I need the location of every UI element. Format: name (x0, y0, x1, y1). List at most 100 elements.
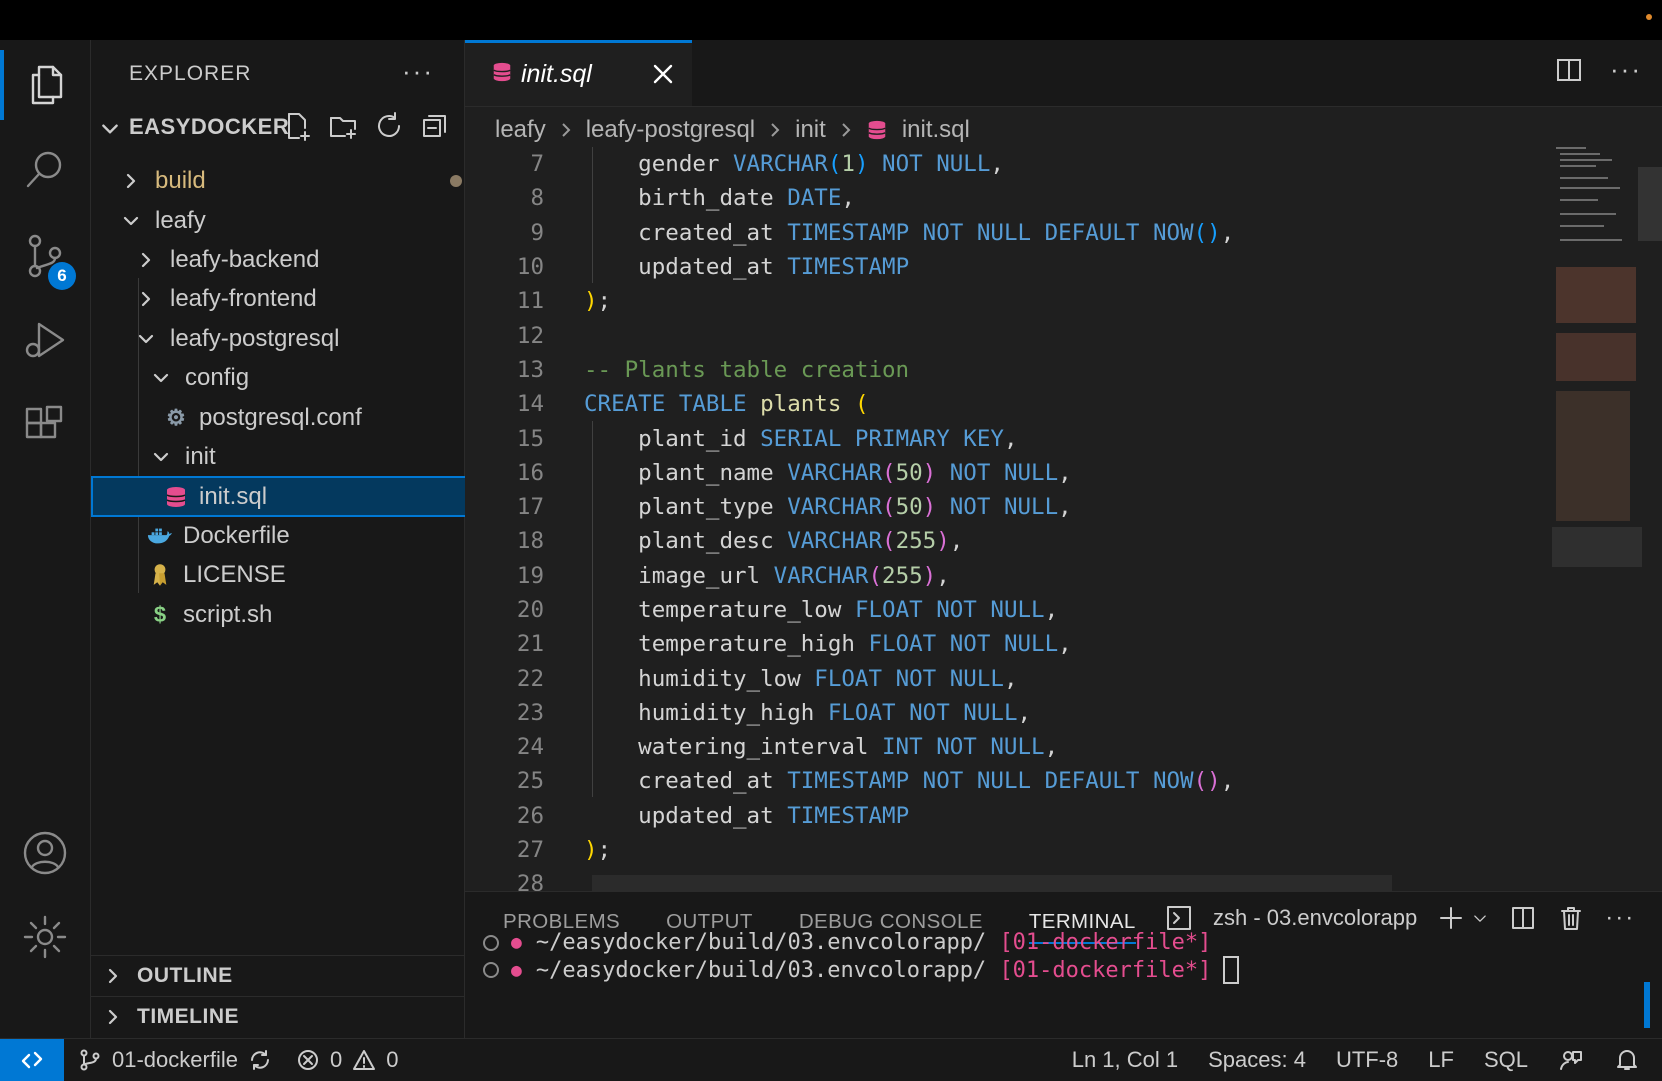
prompt-circle-icon (483, 934, 499, 951)
line-number: 7 (530, 151, 544, 178)
tree-item-leafy-frontend[interactable]: leafy-frontend (91, 278, 509, 319)
add-terminal-icon[interactable] (1437, 904, 1465, 932)
chevron-down-icon (102, 124, 118, 134)
chevron-right-icon (108, 1009, 118, 1025)
cursor-position[interactable]: Ln 1, Col 1 (1072, 1047, 1178, 1073)
tree-item-license[interactable]: LICENSE (91, 554, 520, 595)
minimap[interactable] (1552, 147, 1642, 567)
tree-item-label: LICENSE (183, 560, 286, 588)
breadcrumb-item[interactable]: init.sql (902, 116, 970, 144)
line-number: 14 (516, 391, 544, 418)
modified-indicator (450, 175, 462, 187)
tree-item-label: leafy-frontend (170, 284, 317, 312)
line-number: 11 (516, 288, 544, 315)
tab-init-sql[interactable]: init.sql (465, 40, 692, 106)
outline-section[interactable]: OUTLINE (91, 955, 464, 996)
line-number: 21 (516, 631, 544, 658)
accounts-activity-button[interactable] (0, 818, 90, 888)
tree-item-config[interactable]: config (91, 357, 524, 398)
tree-item-label: build (155, 166, 206, 194)
tree-item-leafy-postgresql[interactable]: leafy-postgresql (91, 318, 509, 359)
chevron-down-icon (123, 216, 139, 225)
new-file-icon[interactable] (281, 110, 313, 142)
code-line: 17 plant_type VARCHAR(50) NOT NULL, (465, 490, 1465, 524)
collapse-all-icon[interactable] (419, 110, 451, 142)
run-debug-activity-button[interactable] (0, 305, 90, 375)
status-bar: 01-dockerfile 0 0 Ln 1, Col 1 Spaces: 4 … (0, 1038, 1662, 1081)
line-number: 13 (516, 356, 544, 383)
extensions-activity-button[interactable] (0, 390, 90, 460)
terminal-line: ● ~/easydocker/build/03.envcolorapp/ [01… (483, 930, 1211, 955)
gear-file-icon: ⚙ (166, 404, 186, 430)
line-ending[interactable]: LF (1428, 1047, 1454, 1073)
code-line: 12 (465, 318, 1465, 352)
project-name: EASYDOCKER (129, 114, 290, 139)
line-number: 20 (516, 597, 544, 623)
git-branch[interactable]: 01-dockerfile (112, 1047, 238, 1073)
breadcrumb-item[interactable]: leafy (495, 116, 546, 144)
line-number: 24 (516, 734, 544, 761)
source-control-badge: 6 (48, 262, 76, 290)
tree-item-dockerfile[interactable]: Dockerfile (91, 515, 520, 556)
code-line: 20 temperature_low FLOAT NOT NULL, (465, 593, 1465, 627)
vertical-scrollbar[interactable] (1638, 167, 1662, 241)
sync-icon[interactable] (248, 1048, 272, 1072)
tree-item-build[interactable]: build (91, 160, 494, 201)
files-icon (31, 65, 63, 105)
indentation[interactable]: Spaces: 4 (1208, 1047, 1306, 1073)
new-folder-icon[interactable] (327, 110, 359, 142)
warning-count[interactable]: 0 (386, 1047, 398, 1073)
shell-icon: $ (153, 601, 167, 627)
database-icon (163, 484, 189, 510)
split-editor-icon[interactable] (1554, 55, 1584, 85)
terminal-line[interactable]: ● ~/easydocker/build/03.envcolorapp/ [01… (483, 956, 1240, 984)
encoding[interactable]: UTF-8 (1336, 1047, 1398, 1073)
apple-icon: ● (511, 959, 522, 981)
timeline-section[interactable]: TIMELINE (91, 996, 464, 1037)
tree-item-leafy[interactable]: leafy (91, 200, 494, 241)
tree-item-leafy-backend[interactable]: leafy-backend (91, 239, 509, 280)
manage-activity-button[interactable] (0, 902, 90, 972)
search-activity-button[interactable] (0, 135, 90, 205)
code-line: 25 created_at TIMESTAMP NOT NULL DEFAULT… (465, 764, 1465, 798)
tree-item-label: script.sh (183, 600, 273, 628)
tree-item-label: Dockerfile (183, 521, 290, 549)
code-editor[interactable]: leafy leafy-postgresql init init.sql 7 g… (465, 107, 1662, 891)
project-header[interactable]: EASYDOCKER (91, 108, 464, 148)
explorer-more-button[interactable]: ··· (402, 56, 434, 87)
source-control-activity-button[interactable]: 6 (0, 220, 90, 290)
line-number: 8 (530, 185, 544, 212)
remote-button[interactable] (0, 1039, 64, 1081)
timeline-label: TIMELINE (137, 1005, 239, 1028)
error-count[interactable]: 0 (330, 1047, 342, 1073)
code-line: 19 image_url VARCHAR(255), (465, 559, 1465, 593)
tree-item-init[interactable]: init (91, 436, 524, 477)
chevron-down-icon[interactable] (1471, 904, 1489, 932)
terminal-name[interactable]: zsh - 03.envcolorapp (1213, 905, 1417, 931)
git-branch-icon (80, 1049, 100, 1071)
database-icon (491, 61, 513, 88)
trash-icon[interactable] (1557, 904, 1585, 932)
more-actions-icon[interactable]: ··· (1610, 54, 1642, 85)
more-actions-icon[interactable]: ··· (1605, 904, 1635, 932)
terminal-scrollbar[interactable] (1644, 982, 1650, 1028)
search-icon (26, 151, 62, 188)
breadcrumb-item[interactable]: init (795, 116, 826, 144)
explorer-activity-button[interactable] (0, 50, 90, 120)
terminal-toolbar: zsh - 03.envcolorapp ··· (1165, 904, 1635, 932)
breadcrumb: leafy leafy-postgresql init init.sql (495, 113, 970, 147)
code-line: 7 gender VARCHAR(1) NOT NULL, (465, 147, 1465, 181)
feedback-icon[interactable] (1558, 1047, 1584, 1073)
tab-title: init.sql (521, 60, 592, 88)
line-number: 9 (530, 219, 544, 246)
split-terminal-icon[interactable] (1509, 904, 1537, 932)
bell-icon[interactable] (1614, 1047, 1640, 1073)
line-number: 23 (516, 699, 544, 726)
tree-item-script-sh[interactable]: $ script.sh (91, 594, 520, 635)
language-mode[interactable]: SQL (1484, 1047, 1528, 1073)
horizontal-scrollbar[interactable] (592, 875, 1392, 891)
refresh-icon[interactable] (373, 110, 405, 142)
minimap-slider[interactable] (1552, 527, 1642, 567)
breadcrumb-item[interactable]: leafy-postgresql (586, 116, 755, 144)
close-icon[interactable] (650, 61, 676, 92)
